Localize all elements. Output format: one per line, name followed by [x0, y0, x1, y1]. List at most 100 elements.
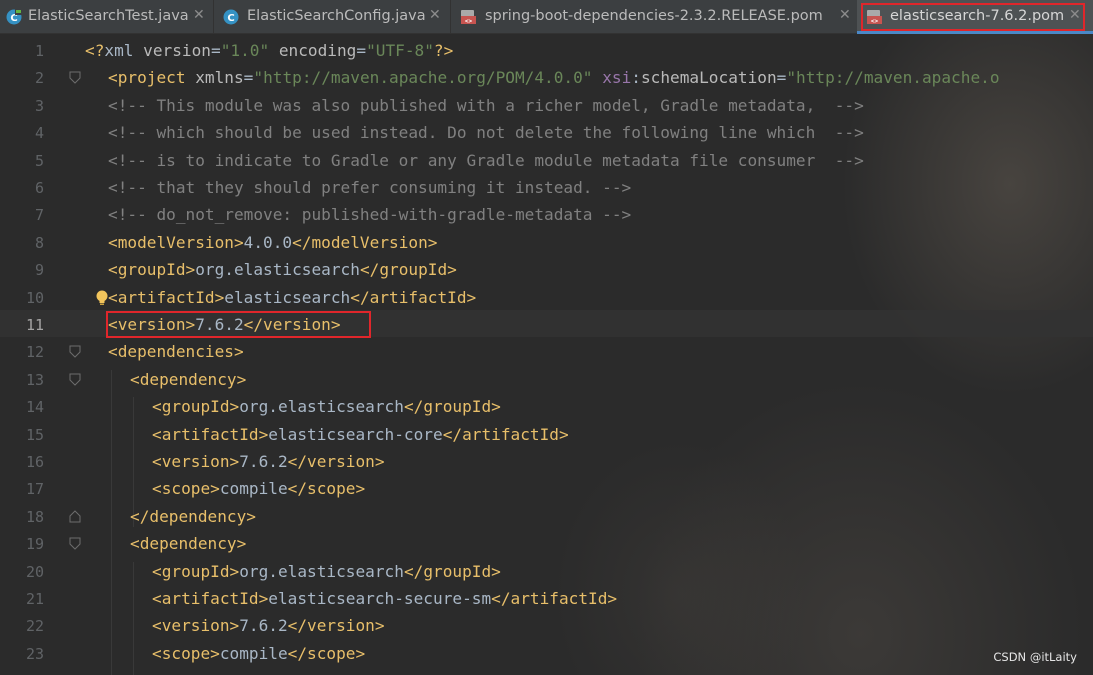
code-token: </dependency> [130, 506, 256, 526]
code-editor[interactable]: 1 2 3 4 5 6 7 8 9 10 11 12 13 14 15 16 17 18 19 20 21 22 23 <?… [0, 34, 1093, 675]
code-token: <artifactId> [108, 287, 225, 307]
code-token: "http://maven.apache.o [786, 68, 1000, 88]
code-token: </groupId> [403, 397, 501, 417]
line-number: 2 [34, 69, 44, 88]
code-token: 4.0.0 [243, 232, 293, 252]
line-number: 4 [34, 124, 44, 143]
line-number: 11 [25, 316, 44, 334]
code-line[interactable]: <!-- that they should prefer consuming i… [108, 178, 631, 198]
code-token: = [210, 41, 221, 60]
code-token: org.elasticsearch [239, 397, 404, 417]
indent-guide [111, 369, 112, 675]
code-token: <artifactId> [152, 424, 269, 444]
lightbulb-icon[interactable] [95, 290, 109, 306]
code-token: <modelVersion> [108, 232, 244, 252]
fold-collapse-icon[interactable] [69, 537, 81, 550]
code-line[interactable]: <dependencies> [108, 342, 244, 362]
code-token: = [356, 41, 367, 60]
code-line[interactable]: <artifactId>elasticsearch-secure-sm</art… [152, 589, 617, 609]
line-number: 23 [25, 644, 44, 663]
code-token: ?> [433, 41, 454, 60]
code-token: schemaLocation [640, 68, 777, 88]
code-line[interactable]: <scope>compile</scope> [152, 479, 365, 499]
code-line[interactable]: <groupId>org.elasticsearch</groupId> [152, 397, 501, 417]
svg-text:<>: <> [465, 18, 473, 25]
code-token: </version> [287, 616, 385, 636]
close-icon[interactable]: ✕ [839, 7, 851, 23]
code-token: elasticsearch [224, 287, 351, 307]
fold-collapse-icon[interactable] [69, 71, 81, 85]
close-icon[interactable]: ✕ [429, 7, 441, 23]
code-token: version [143, 41, 211, 60]
code-token: </groupId> [403, 561, 501, 581]
code-token: xml [104, 41, 144, 60]
line-number: 20 [25, 562, 44, 581]
code-line[interactable]: <modelVersion>4.0.0</modelVersion> [108, 233, 437, 253]
code-line[interactable]: <!-- do_not_remove: published-with-gradl… [108, 205, 631, 225]
fold-end-icon[interactable] [69, 510, 81, 523]
code-token: "http://maven.apache.org/POM/4.0.0" [253, 68, 593, 88]
line-number: 8 [34, 233, 44, 252]
code-token: 7.6.2 [239, 452, 288, 471]
code-line[interactable]: <project xmlns="http://maven.apache.org/… [108, 68, 1000, 88]
code-token: </version> [287, 452, 385, 471]
code-token: "1.0" [220, 41, 270, 60]
line-number: 18 [25, 507, 44, 526]
code-token: = [243, 68, 254, 88]
code-line[interactable]: <dependency> [130, 370, 246, 390]
code-line[interactable]: <version>7.6.2</version> [152, 616, 385, 636]
code-line[interactable]: <scope>compile</scope> [152, 644, 365, 664]
fold-collapse-icon[interactable] [69, 345, 81, 359]
line-number: 22 [25, 617, 44, 636]
line-number: 10 [25, 288, 44, 307]
code-line[interactable]: <!-- is to indicate to Gradle or any Gra… [108, 151, 864, 171]
code-token: </artifactId> [350, 287, 477, 307]
fold-collapse-icon[interactable] [69, 373, 81, 386]
code-token: <project [108, 68, 196, 88]
code-line[interactable]: <artifactId>elasticsearch-core</artifact… [152, 425, 569, 445]
code-token: <artifactId> [152, 589, 269, 608]
close-icon[interactable]: ✕ [193, 7, 205, 23]
line-number: 9 [34, 261, 44, 280]
code-line[interactable]: <groupId>org.elasticsearch</groupId> [108, 260, 457, 280]
watermark-text: CSDN @itLaity [993, 650, 1077, 664]
tab-label: spring-boot-dependencies-2.3.2.RELEASE.p… [485, 8, 823, 24]
tab-spring-boot-dependencies-pom[interactable]: <> spring-boot-dependencies-2.3.2.RELEAS… [451, 0, 856, 34]
tab-elasticsearchconfig-java[interactable]: C ElasticSearchConfig.java ✕ [214, 0, 449, 34]
indent-guide [133, 561, 134, 675]
code-token: <version> [152, 616, 240, 636]
line-number: 3 [34, 96, 44, 115]
code-token: <!-- is to indicate to Gradle or any Gra… [108, 150, 864, 170]
code-line[interactable]: <artifactId>elasticsearch</artifactId> [108, 288, 476, 308]
editor-tab-bar: C ElasticSearchTest.java ✕ C ElasticSear… [0, 0, 1093, 34]
code-token: compile [219, 643, 288, 663]
code-token: xmlns [195, 68, 244, 88]
code-line[interactable]: </dependency> [130, 507, 256, 527]
code-token: <groupId> [152, 561, 240, 581]
code-token: = [776, 68, 787, 88]
code-token: <!-- do_not_remove: published-with-gradl… [108, 205, 632, 225]
code-token: </scope> [287, 479, 366, 499]
code-token: elasticsearch-secure-sm [268, 589, 492, 608]
tab-elasticsearchtest-java[interactable]: C ElasticSearchTest.java ✕ [0, 0, 213, 34]
code-token: 7.6.2 [239, 616, 288, 636]
code-token: <dependency> [130, 369, 247, 389]
code-line[interactable]: <?xml version="1.0" encoding="UTF-8"?> [85, 41, 453, 61]
line-number: 13 [25, 370, 44, 389]
version-annotation-box [106, 311, 371, 338]
code-token: <!-- This module was also published with… [108, 95, 864, 115]
code-token: </modelVersion> [292, 232, 438, 252]
code-token: <groupId> [152, 397, 240, 417]
code-line[interactable]: <dependency> [130, 534, 246, 554]
code-token: org.elasticsearch [239, 561, 404, 581]
code-line[interactable]: <!-- which should be used instead. Do no… [108, 123, 864, 143]
code-line[interactable]: <groupId>org.elasticsearch</groupId> [152, 562, 501, 582]
code-line[interactable]: <!-- This module was also published with… [108, 96, 864, 116]
active-tab-annotation-box [861, 3, 1085, 31]
code-token: <!-- that they should prefer consuming i… [108, 178, 632, 197]
code-token: </artifactId> [491, 589, 618, 608]
line-number: 14 [25, 398, 44, 417]
code-line[interactable]: <version>7.6.2</version> [152, 452, 385, 472]
maven-pom-icon: <> [461, 10, 476, 25]
line-number: 7 [34, 206, 44, 225]
